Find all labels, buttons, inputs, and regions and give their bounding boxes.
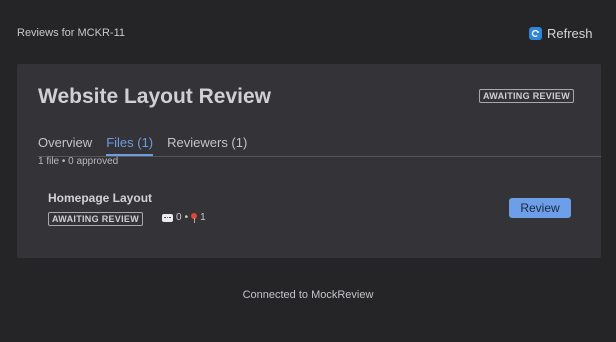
file-stats: 0 • 1 — [162, 212, 206, 223]
page-title: Reviews for MCKR-11 — [17, 27, 125, 39]
tab-overview[interactable]: Overview — [38, 135, 92, 155]
stats-separator: • — [184, 212, 189, 223]
file-name: Homepage Layout — [48, 191, 153, 205]
tab-bar: Overview Files (1) Reviewers (1) — [38, 135, 601, 157]
pin-icon — [191, 212, 198, 223]
connection-status: Connected to MockReview — [242, 289, 374, 301]
tab-files[interactable]: Files (1) — [106, 135, 154, 156]
pin-count: 1 — [200, 212, 206, 223]
comment-count: 0 — [176, 212, 182, 223]
page: Reviews for MCKR-11 Refresh Website Layo… — [0, 0, 616, 342]
review-card: Website Layout Review AWAITING REVIEW Ov… — [17, 64, 601, 258]
tab-reviewers[interactable]: Reviewers (1) — [167, 135, 247, 155]
status-badge: AWAITING REVIEW — [479, 89, 575, 103]
refresh-button[interactable]: Refresh — [529, 26, 593, 41]
comment-icon — [162, 213, 173, 222]
files-summary: 1 file • 0 approved — [38, 156, 119, 167]
file-status-badge: AWAITING REVIEW — [48, 212, 144, 226]
review-button[interactable]: Review — [509, 198, 571, 218]
review-title: Website Layout Review — [38, 85, 272, 108]
refresh-icon — [529, 27, 542, 40]
refresh-label: Refresh — [547, 26, 593, 41]
list-item: Homepage Layout AWAITING REVIEW 0 • 1 — [48, 191, 588, 231]
